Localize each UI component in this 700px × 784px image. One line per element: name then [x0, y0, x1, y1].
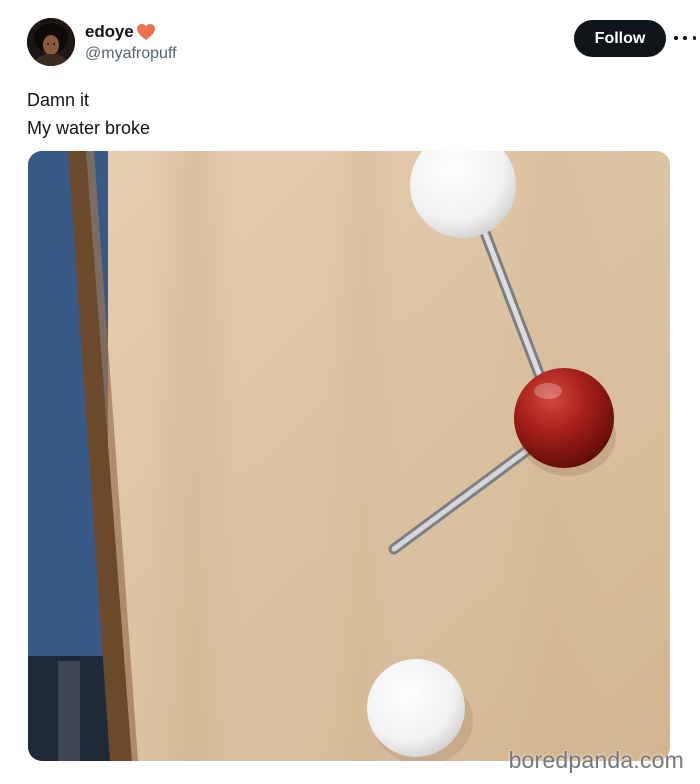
author-handle[interactable]: @myafropuff: [85, 45, 177, 63]
tweet-text: Damn it My water broke: [27, 86, 150, 142]
tweet-card: edoye @myafropuff Follow Damn it My wate…: [0, 0, 700, 784]
orange-heart-icon: [136, 23, 156, 41]
author-display-name[interactable]: edoye: [85, 22, 134, 42]
more-horizontal-icon[interactable]: [674, 30, 696, 46]
tweet-text-line-1: Damn it: [27, 90, 90, 110]
tweet-media-image[interactable]: [28, 151, 670, 761]
author-name-row: edoye: [85, 21, 177, 43]
avatar-image: [27, 18, 75, 66]
tweet-text-line-2: My water broke: [27, 118, 151, 138]
boredpanda-watermark: boredpanda.com: [508, 747, 684, 773]
molecule-photo: [28, 151, 670, 761]
follow-button[interactable]: Follow: [574, 20, 666, 57]
author-block: edoye @myafropuff: [85, 21, 177, 63]
avatar[interactable]: [27, 18, 75, 66]
